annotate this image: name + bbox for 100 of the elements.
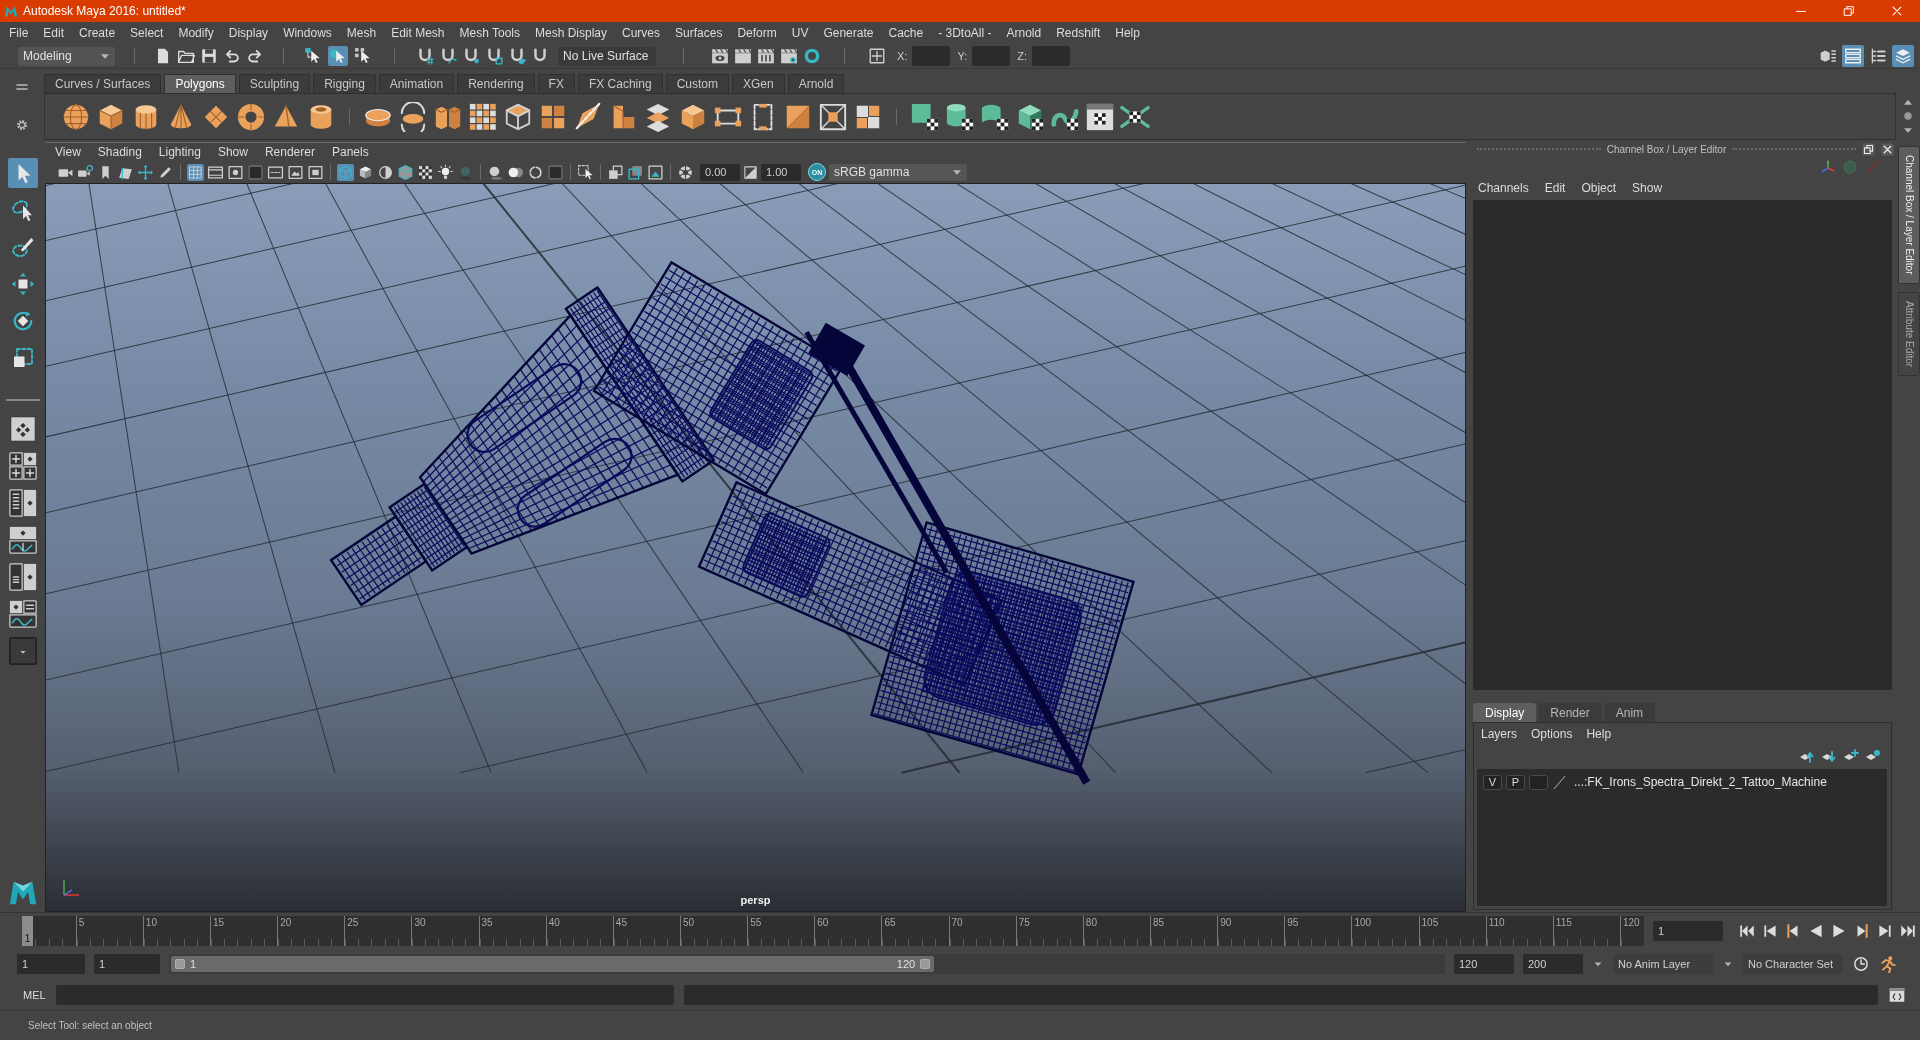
range-handle-icon[interactable] — [919, 958, 932, 970]
light-bulb-icon[interactable] — [437, 163, 454, 181]
range-start-field[interactable]: 1 — [94, 954, 160, 974]
layered-squares-icon[interactable] — [627, 163, 644, 181]
shelf-tab[interactable]: Curves / Surfaces — [44, 74, 162, 93]
menu-item[interactable]: Create — [79, 26, 116, 40]
menu-item[interactable]: Mesh — [346, 26, 377, 40]
menu-item[interactable]: Help — [1115, 26, 1140, 40]
playback-toggle[interactable]: P — [1506, 774, 1525, 790]
clapboard-eye-icon[interactable] — [711, 47, 729, 65]
axis-tripod-icon[interactable] — [1820, 159, 1836, 175]
panel-menu-item[interactable]: Renderer — [264, 145, 315, 159]
side-tab[interactable]: Attribute Editor — [1898, 291, 1920, 376]
shelf-tab[interactable]: XGen — [731, 74, 785, 93]
cursor-square-icon[interactable] — [577, 163, 594, 181]
menu-item[interactable]: Generate — [823, 26, 874, 40]
aperture-icon[interactable] — [677, 163, 694, 181]
shelf-tab[interactable]: Custom — [665, 74, 729, 93]
magnet-surface-icon[interactable] — [508, 47, 526, 65]
live-surface-button[interactable]: No Live Surface — [558, 46, 656, 66]
menu-item[interactable]: Arnold — [1006, 26, 1042, 40]
dashed-ring-icon[interactable] — [527, 163, 544, 181]
range-slider-bar[interactable]: 1 120 — [171, 956, 935, 972]
close-icon[interactable] — [1890, 4, 1904, 18]
panel-menu-item[interactable]: Panels — [331, 145, 369, 159]
half-filled-square-icon[interactable] — [743, 164, 758, 180]
menu-item[interactable]: Mesh Display — [535, 26, 608, 40]
grip-handle[interactable] — [1732, 147, 1856, 151]
menu-item[interactable]: Cache — [888, 26, 924, 40]
torus-icon[interactable] — [236, 101, 266, 132]
range-handle-icon[interactable] — [174, 958, 186, 970]
menu-item[interactable]: Modify — [178, 26, 214, 40]
side-tab[interactable]: Channel Box / Layer Editor — [1898, 146, 1920, 284]
layer-type-toggle[interactable] — [1529, 774, 1548, 790]
single-pane-layout-icon[interactable] — [8, 415, 37, 443]
save-icon[interactable] — [200, 47, 218, 65]
four-pane-layout-icon[interactable] — [8, 452, 37, 480]
magnet-square-icon[interactable] — [485, 47, 503, 65]
start-frame-field[interactable]: 1 — [17, 954, 85, 974]
magnet-point-icon[interactable] — [462, 47, 480, 65]
dot-icon[interactable] — [1902, 109, 1914, 122]
list-pane-layout-icon[interactable] — [8, 563, 37, 591]
cursor-shape-icon[interactable] — [328, 46, 348, 66]
image-frame-icon[interactable] — [287, 163, 304, 181]
gamma-field[interactable]: 1.00 — [761, 163, 801, 181]
menu-item[interactable]: - 3DtoAll - — [938, 26, 992, 40]
range-slider-track[interactable]: 1 120 — [169, 954, 1445, 974]
shaded-cube-icon[interactable] — [357, 163, 374, 181]
menu-item[interactable]: Edit Mesh — [391, 26, 445, 40]
restore-icon[interactable] — [1842, 4, 1856, 18]
command-input-field[interactable] — [55, 985, 674, 1005]
running-figure-icon[interactable] — [1879, 955, 1897, 973]
shelf-tab[interactable]: Rigging — [313, 74, 376, 93]
target-square-icon[interactable] — [818, 101, 848, 132]
stacked-bars-icon[interactable] — [1842, 45, 1864, 67]
layers-icon[interactable] — [1892, 45, 1914, 67]
dark-square-icon[interactable] — [547, 163, 564, 181]
grid-icon[interactable] — [187, 163, 204, 181]
menu-item[interactable]: Edit — [43, 26, 65, 40]
checker-cylinder-icon[interactable] — [945, 101, 975, 132]
inner-frame-icon[interactable] — [307, 163, 324, 181]
checkerboard-icon[interactable] — [417, 163, 434, 181]
coordinate-field[interactable] — [972, 46, 1011, 66]
close-icon[interactable] — [1881, 142, 1894, 156]
overlapping-squares-icon[interactable] — [607, 163, 624, 181]
channel-menu-item[interactable]: Channels — [1478, 181, 1529, 195]
clapboard-icon[interactable] — [734, 47, 752, 65]
shelf-tab[interactable]: Sculpting — [238, 74, 311, 93]
character-set-dropdown[interactable]: No Character Set — [1743, 954, 1843, 974]
current-frame-field[interactable]: 1 — [1653, 920, 1723, 941]
dot-square-icon[interactable] — [227, 163, 244, 181]
empty-swatch-icon[interactable] — [1552, 774, 1567, 790]
end-frame-field[interactable]: 200 — [1523, 954, 1583, 974]
wire-shaded-cube-icon[interactable] — [397, 163, 414, 181]
graph-pane-layout-icon[interactable] — [8, 526, 37, 554]
float-window-icon[interactable] — [1862, 142, 1875, 156]
redo-icon[interactable] — [246, 47, 264, 65]
settings-icon[interactable] — [15, 118, 29, 132]
panel-menu-item[interactable]: Show — [217, 145, 248, 159]
command-language-label[interactable]: MEL — [23, 989, 46, 1001]
menu-item[interactable]: Deform — [737, 26, 777, 40]
checker-plane-icon[interactable] — [910, 101, 940, 132]
magnet-curve-icon[interactable] — [439, 47, 457, 65]
mode-dropdown[interactable]: Modeling — [18, 46, 115, 66]
shelf-tab[interactable]: FX — [537, 74, 575, 93]
coordinate-field[interactable] — [912, 46, 951, 66]
layer-menu-item[interactable]: Layers — [1481, 727, 1518, 741]
panel-menu-item[interactable]: Lighting — [158, 145, 201, 159]
checker-window-icon[interactable] — [1085, 101, 1115, 132]
menu-item[interactable]: Display — [228, 26, 269, 40]
picture-frame-icon[interactable] — [647, 163, 664, 181]
range-end-field[interactable]: 120 — [1454, 954, 1514, 974]
menu-item[interactable]: Surfaces — [675, 26, 723, 40]
undo-icon[interactable] — [223, 47, 241, 65]
clapboard-dot-icon[interactable] — [780, 47, 798, 65]
current-frame-marker[interactable]: 1 — [22, 915, 33, 946]
shelf-tab[interactable]: FX Caching — [577, 74, 663, 93]
channel-menu-item[interactable]: Show — [1632, 181, 1663, 195]
exposure-field[interactable]: 0.00 — [700, 163, 740, 181]
shelf-tab[interactable]: Animation — [378, 74, 455, 93]
